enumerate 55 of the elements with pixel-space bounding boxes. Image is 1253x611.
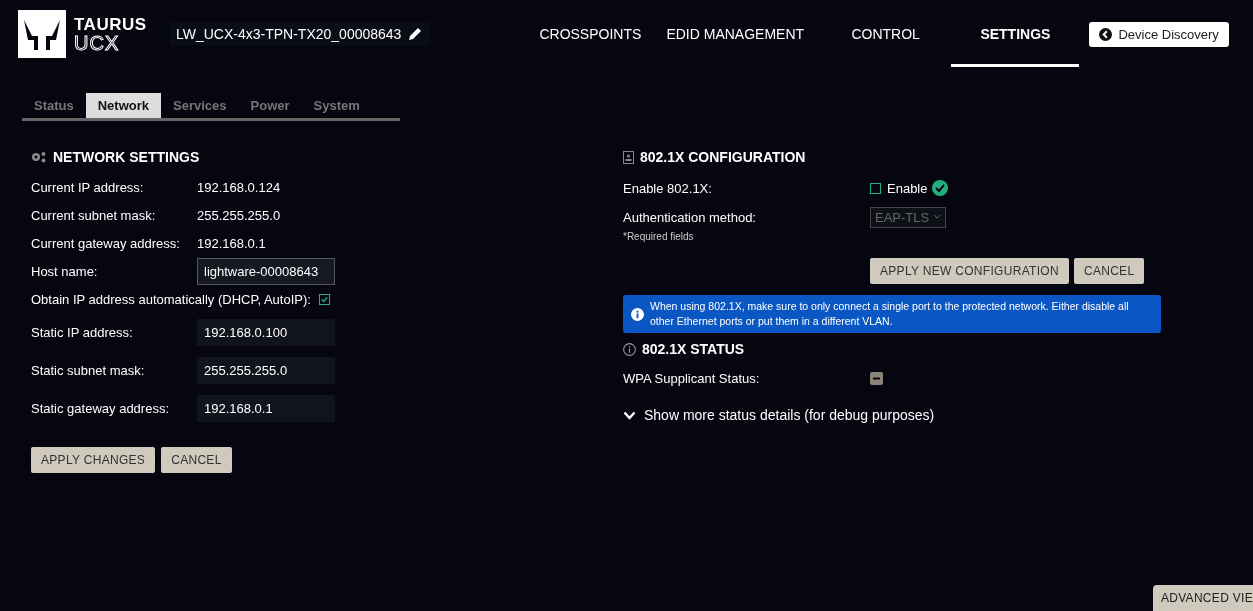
page-tab[interactable]: Network — [85, 93, 162, 118]
page-tab[interactable]: Services — [161, 93, 239, 118]
device-name: LW_UCX-4x3-TPN-TX20_00008643 — [176, 26, 402, 42]
section-title: 802.1X STATUS — [642, 341, 745, 358]
info-circle-icon — [623, 342, 636, 356]
gears-icon — [31, 151, 47, 163]
field-label: Obtain IP address automatically (DHCP, AutoIP): — [31, 291, 311, 307]
status-indicator-icon — [870, 371, 883, 385]
dhcp-checkbox[interactable] — [318, 293, 330, 305]
input-field[interactable]: 192.168.0.100 — [197, 318, 335, 346]
action-button[interactable]: APPLY NEW CONFIGURATION — [870, 258, 1069, 284]
field-label: Current subnet mask: — [31, 207, 157, 223]
field-label: Enable 802.1X: — [623, 180, 713, 196]
field-value: 192.168.0.1 — [197, 235, 266, 251]
checkbox-label: Enable — [887, 180, 928, 196]
field-label: Current IP address: — [31, 179, 145, 195]
required-note: *Required fields — [623, 231, 695, 242]
field-label: WPA Supplicant Status: — [623, 370, 761, 386]
info-icon — [631, 307, 644, 321]
input-field[interactable]: 192.168.0.1 — [197, 394, 335, 422]
field-label: Host name: — [31, 263, 99, 279]
field-value: 255.255.255.0 — [197, 207, 281, 223]
action-button[interactable]: APPLY CHANGES — [31, 447, 156, 473]
nav-tab[interactable]: CONTROL — [851, 1, 952, 67]
field-label: Static subnet mask: — [31, 362, 146, 378]
device-discovery-button[interactable]: Device Discovery — [1089, 21, 1229, 47]
chevron-down-icon — [623, 410, 636, 420]
enable-checkbox[interactable] — [870, 182, 881, 194]
chevron-down-icon — [933, 214, 942, 220]
page-tab[interactable]: Status — [22, 93, 86, 118]
section-title: 802.1X CONFIGURATION — [640, 149, 806, 165]
horns-logo-icon — [18, 10, 66, 58]
nav-tab[interactable]: SETTINGS — [951, 1, 1080, 67]
check-circle-icon — [932, 180, 949, 196]
nav-tab[interactable]: EDID MANAGEMENT — [666, 1, 852, 67]
field-label: Authentication method: — [623, 209, 757, 225]
page-tab[interactable]: System — [301, 93, 372, 118]
logo-title: TAURUS — [74, 15, 147, 33]
info-text: When using 802.1X, make sure to only connect a single port to the protected network. Either disable all other Ethernet ports or put them in a different VLAN. — [650, 299, 1130, 330]
field-value: 192.168.0.124 — [197, 179, 281, 195]
pencil-icon[interactable] — [407, 26, 424, 42]
id-card-icon — [623, 150, 634, 164]
field-label: Current gateway address: — [31, 235, 181, 251]
action-button[interactable]: CANCEL — [1073, 258, 1145, 284]
page-tab[interactable]: Power — [238, 93, 302, 118]
nav-tab[interactable]: CROSSPOINTS — [539, 1, 667, 67]
logo-subtitle: UCX — [74, 32, 121, 53]
input-field[interactable]: 255.255.255.0 — [197, 356, 335, 384]
advanced-view-button[interactable]: ADVANCED VIE — [1152, 585, 1253, 611]
section-title: NETWORK SETTINGS — [53, 149, 200, 165]
status-details-toggle[interactable]: Show more status details (for debug purposes) — [623, 407, 935, 424]
field-label: Static gateway address: — [31, 400, 171, 416]
field-label: Static IP address: — [31, 324, 134, 340]
action-button[interactable]: CANCEL — [161, 447, 232, 473]
host-name-field[interactable]: lightware-00008643 — [197, 257, 335, 285]
